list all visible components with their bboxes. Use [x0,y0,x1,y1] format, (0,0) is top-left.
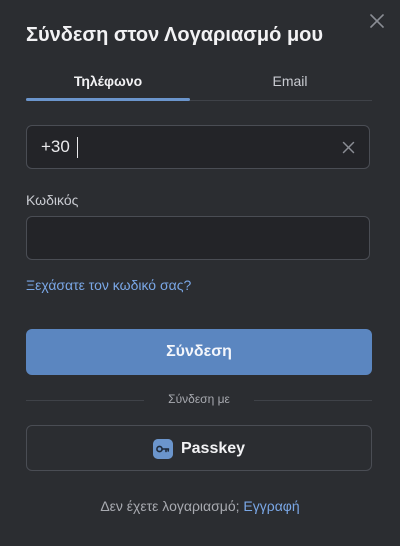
passkey-button-label: Passkey [180,440,246,457]
key-icon [152,439,173,459]
text-caret [77,137,78,158]
signup-prompt: Δεν έχετε λογαριασμό; Εγγραφή [0,498,400,514]
divider-line-right [254,400,372,401]
phone-input[interactable]: +30 [26,125,370,169]
login-with-divider: Σύνδεση με [26,392,372,408]
signup-link[interactable]: Εγγραφή [243,498,299,514]
passkey-button[interactable]: Passkey [26,425,372,471]
dialog-title: Σύνδεση στον Λογαριασμό μου [26,24,324,46]
tab-phone[interactable]: Τηλέφωνο [26,70,190,101]
clear-icon[interactable] [342,141,355,154]
login-button[interactable]: Σύνδεση [26,329,372,375]
signup-prompt-text: Δεν έχετε λογαριασμό; [100,498,240,514]
phone-input-value: +30 [41,137,70,156]
divider-text: Σύνδεση με [168,392,230,406]
login-method-tabs: Τηλέφωνο Email [26,70,372,101]
password-label: Κωδικός [26,192,79,208]
passkey-button-content: Passkey [27,438,371,460]
forgot-password-link[interactable]: Ξεχάσατε τον κωδικό σας? [26,277,191,293]
tab-email[interactable]: Email [208,70,372,100]
close-icon[interactable] [368,12,386,30]
password-input[interactable] [26,216,370,260]
